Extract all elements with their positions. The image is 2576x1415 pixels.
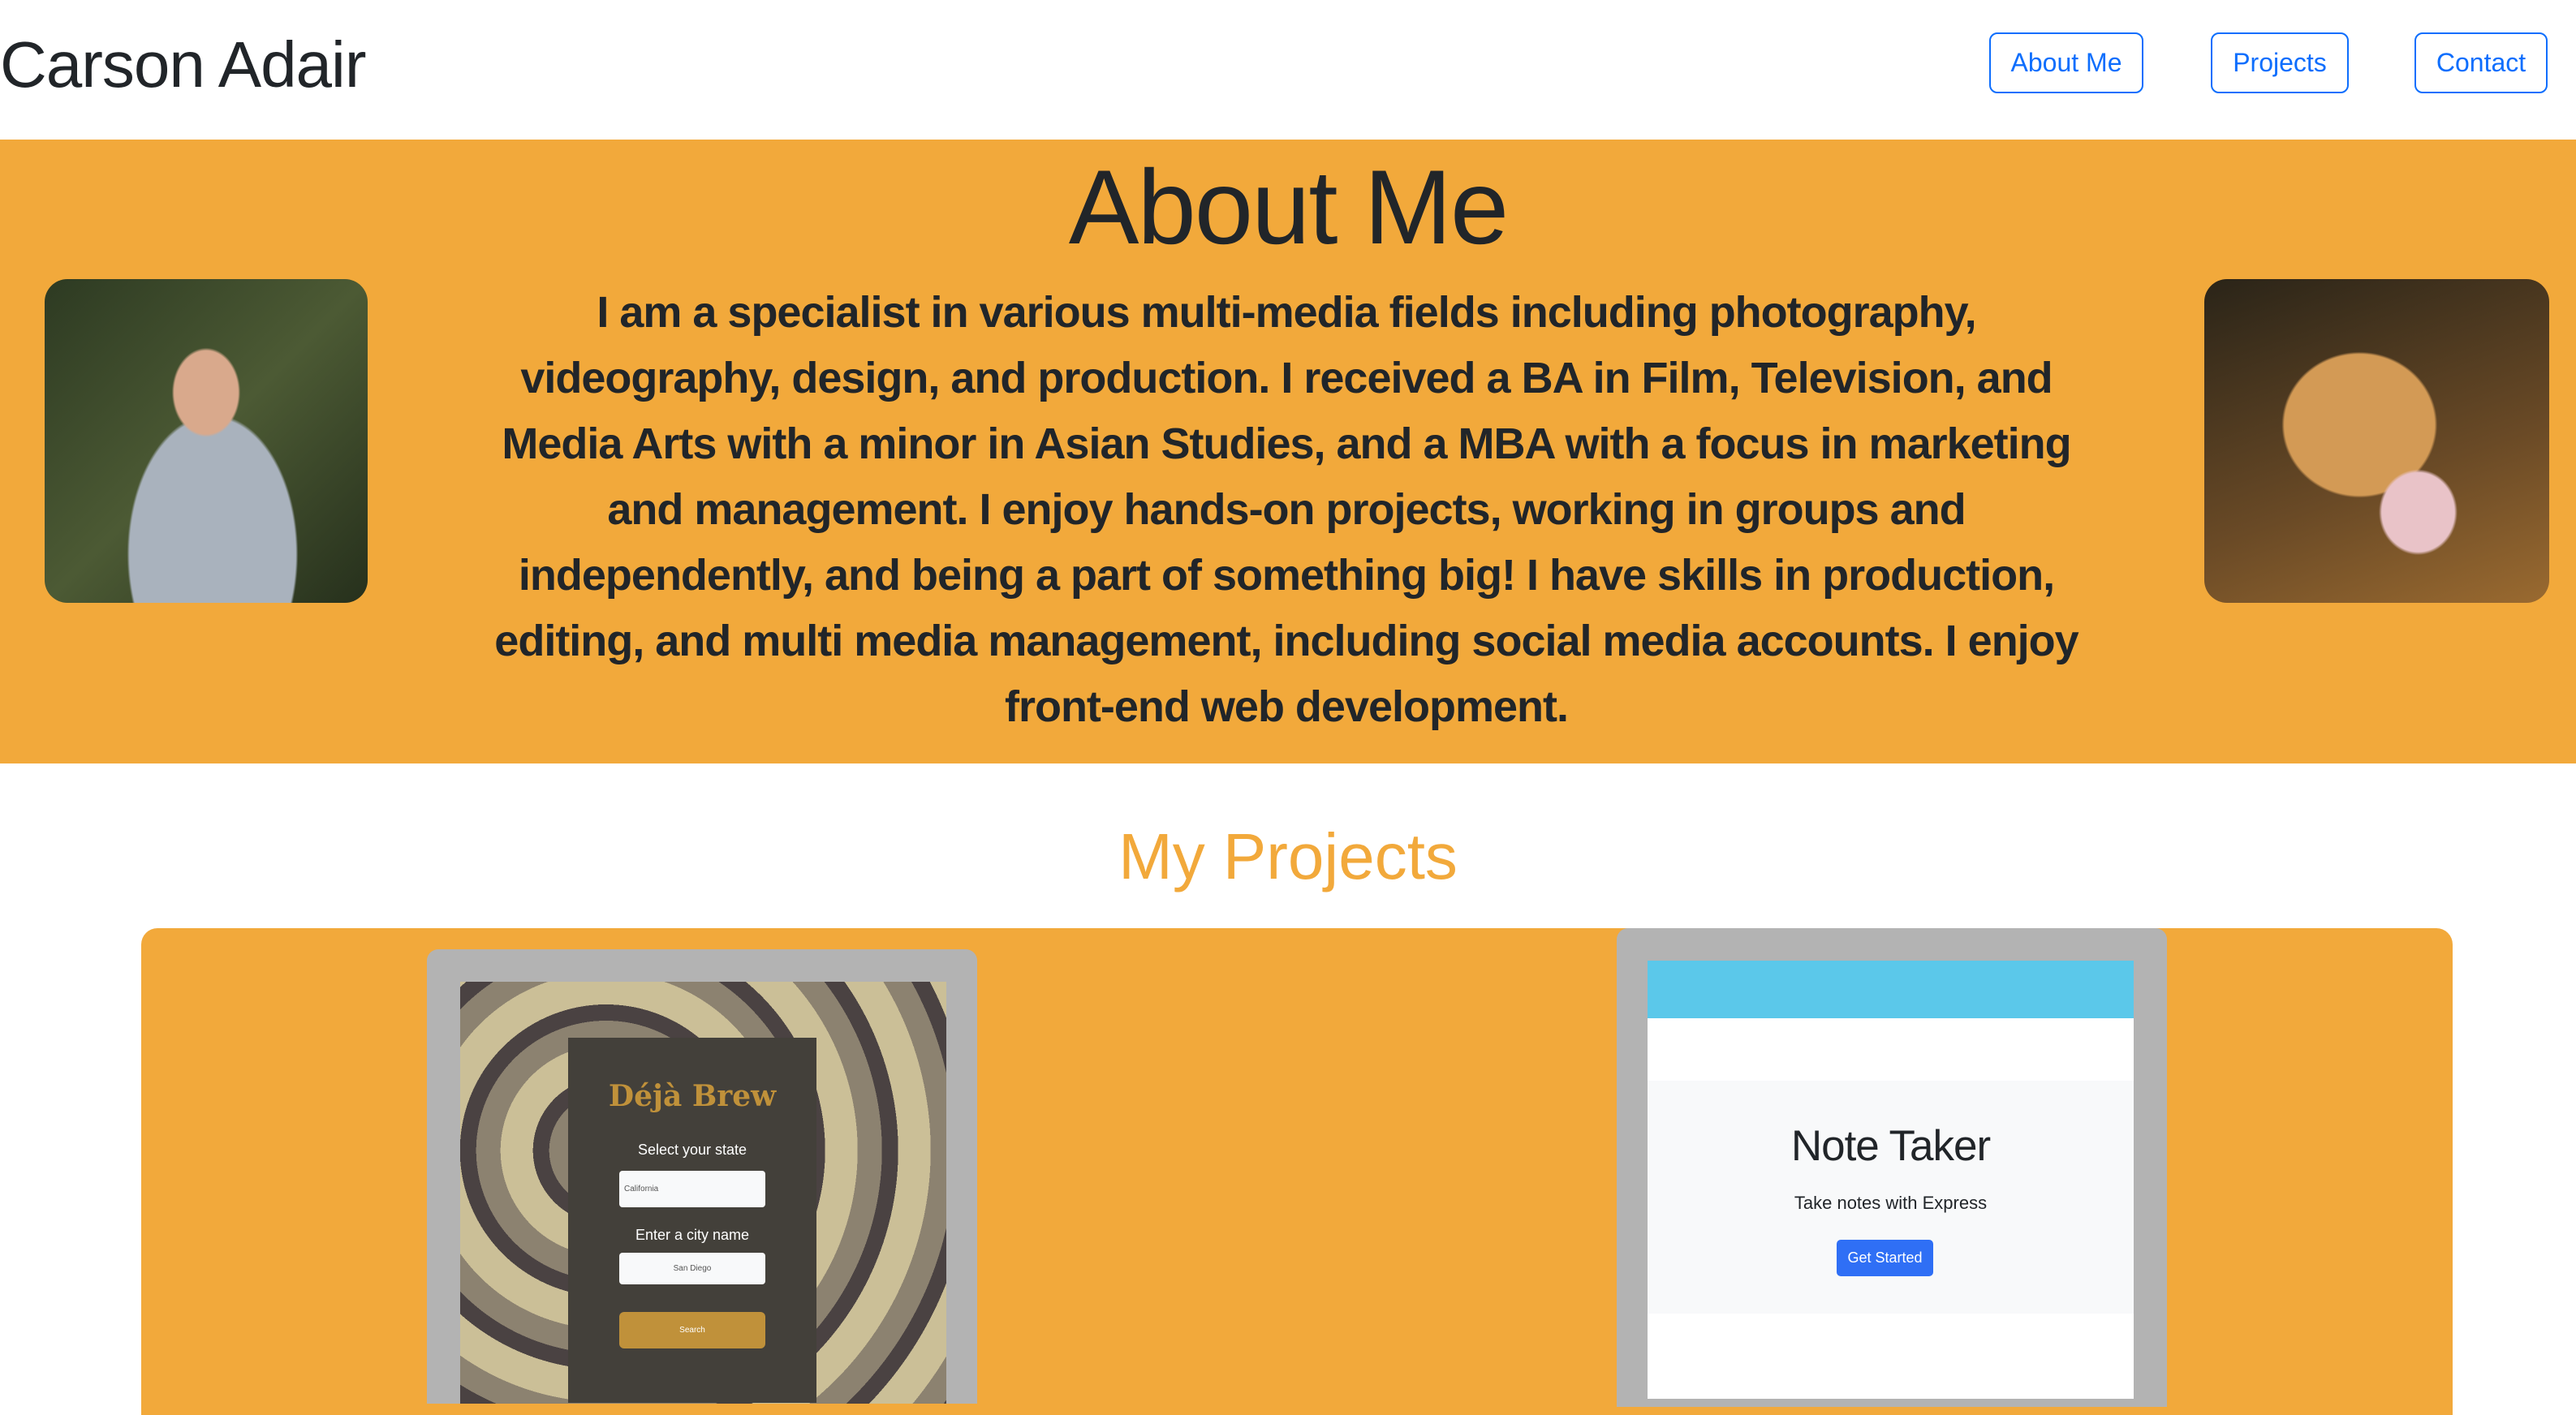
about-title: About Me (1068, 148, 1509, 266)
deja-brew-title: Déjà Brew (608, 1079, 777, 1113)
site-brand[interactable]: Carson Adair (0, 28, 366, 102)
nav-about-button[interactable]: About Me (1989, 32, 2143, 93)
state-value: California (624, 1185, 659, 1194)
note-taker-subtitle: Take notes with Express (1794, 1193, 1988, 1213)
dog-photo (2204, 279, 2549, 603)
note-taker-get-started-button: Get Started (1837, 1240, 1933, 1276)
city-input: San Diego (619, 1253, 765, 1284)
city-label: Enter a city name (635, 1227, 750, 1243)
deja-brew-search-button: Search (619, 1312, 765, 1348)
state-label: Select your state (637, 1142, 747, 1158)
about-text: I am a specialist in various multi-media… (494, 288, 2078, 731)
nav-projects-button[interactable]: Projects (2211, 32, 2349, 93)
note-taker-navbar (1648, 961, 2134, 1018)
nav-contact-button[interactable]: Contact (2414, 32, 2548, 93)
projects-title: My Projects (1118, 820, 1458, 892)
state-select: California (619, 1171, 765, 1207)
portrait-photo (45, 279, 368, 603)
note-taker-title: Note Taker (1790, 1122, 1991, 1170)
